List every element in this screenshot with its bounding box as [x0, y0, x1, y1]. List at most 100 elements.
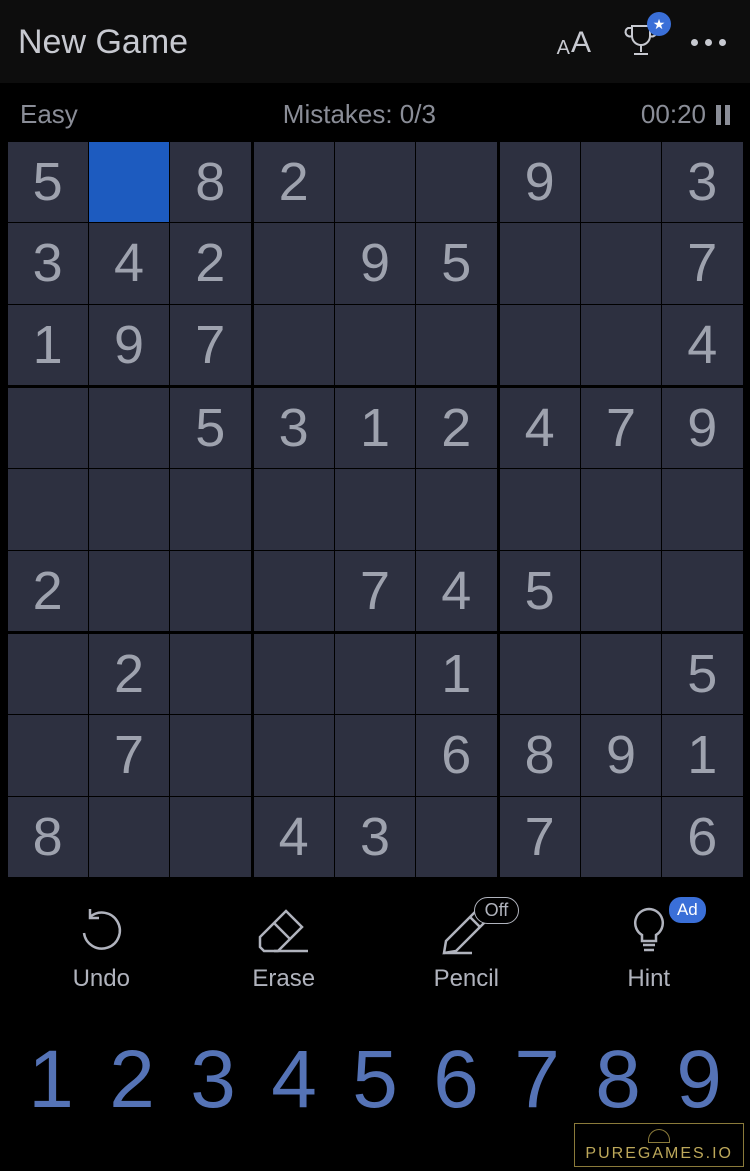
board-cell[interactable]: 5 — [500, 551, 580, 631]
board-cell[interactable]: 6 — [416, 715, 496, 795]
board-cell[interactable] — [500, 223, 580, 303]
board-cell[interactable]: 5 — [8, 142, 88, 222]
board-cell[interactable] — [89, 142, 169, 222]
board-cell[interactable]: 9 — [500, 142, 580, 222]
board-cell[interactable] — [581, 223, 661, 303]
board-cell[interactable] — [662, 551, 742, 631]
board-cell[interactable] — [170, 551, 250, 631]
numpad-8[interactable]: 8 — [579, 1033, 657, 1127]
board-cell[interactable]: 4 — [89, 223, 169, 303]
numpad-4[interactable]: 4 — [255, 1033, 333, 1127]
board-cell[interactable] — [581, 634, 661, 714]
board-cell[interactable]: 5 — [416, 223, 496, 303]
board-cell[interactable]: 9 — [335, 223, 415, 303]
numpad-1[interactable]: 1 — [12, 1033, 90, 1127]
board-cell[interactable]: 2 — [89, 634, 169, 714]
board-cell[interactable]: 8 — [170, 142, 250, 222]
board-cell[interactable] — [8, 388, 88, 468]
more-button[interactable] — [691, 39, 726, 46]
board-cell[interactable] — [254, 223, 334, 303]
pause-button[interactable] — [716, 105, 730, 125]
board-cell[interactable]: 9 — [662, 388, 742, 468]
undo-button[interactable]: Undo — [26, 905, 176, 993]
board-cell[interactable]: 1 — [416, 634, 496, 714]
board-cell[interactable] — [416, 142, 496, 222]
pencil-button[interactable]: Off Pencil — [391, 905, 541, 993]
numpad-9[interactable]: 9 — [660, 1033, 738, 1127]
board-cell[interactable] — [581, 551, 661, 631]
board-cell[interactable]: 2 — [254, 142, 334, 222]
board-cell[interactable] — [335, 634, 415, 714]
board-cell[interactable]: 4 — [662, 305, 742, 385]
board-cell[interactable] — [89, 388, 169, 468]
numpad-2[interactable]: 2 — [93, 1033, 171, 1127]
board-cell[interactable]: 8 — [8, 797, 88, 877]
board-cell[interactable] — [500, 634, 580, 714]
board-cell[interactable] — [89, 469, 169, 549]
numpad-3[interactable]: 3 — [174, 1033, 252, 1127]
board-cell[interactable] — [170, 469, 250, 549]
board-cell[interactable]: 4 — [416, 551, 496, 631]
board-cell[interactable] — [416, 469, 496, 549]
board-cell[interactable]: 1 — [8, 305, 88, 385]
numpad-7[interactable]: 7 — [498, 1033, 576, 1127]
board-cell[interactable]: 4 — [254, 797, 334, 877]
board-cell[interactable]: 6 — [662, 797, 742, 877]
board-cell[interactable]: 8 — [500, 715, 580, 795]
board-cell[interactable] — [581, 469, 661, 549]
board-cell[interactable] — [581, 797, 661, 877]
board-cell[interactable]: 9 — [581, 715, 661, 795]
board-cell[interactable]: 2 — [170, 223, 250, 303]
board-cell[interactable] — [416, 797, 496, 877]
board-cell[interactable] — [254, 305, 334, 385]
dot-icon — [719, 39, 726, 46]
board-cell[interactable]: 5 — [170, 388, 250, 468]
board-cell[interactable]: 7 — [89, 715, 169, 795]
board-cell[interactable] — [335, 469, 415, 549]
numpad-5[interactable]: 5 — [336, 1033, 414, 1127]
board-cell[interactable] — [416, 305, 496, 385]
board-cell[interactable]: 3 — [254, 388, 334, 468]
board-cell[interactable] — [254, 469, 334, 549]
board-cell[interactable]: 4 — [500, 388, 580, 468]
board-cell[interactable]: 9 — [89, 305, 169, 385]
board-cell[interactable] — [170, 715, 250, 795]
board-cell[interactable] — [335, 142, 415, 222]
board-cell[interactable] — [581, 142, 661, 222]
board-cell[interactable]: 3 — [662, 142, 742, 222]
board-cell[interactable]: 5 — [662, 634, 742, 714]
erase-button[interactable]: Erase — [209, 905, 359, 993]
board-cell[interactable]: 7 — [662, 223, 742, 303]
board-cell[interactable] — [170, 797, 250, 877]
board-cell[interactable] — [254, 715, 334, 795]
board-cell[interactable] — [254, 551, 334, 631]
new-game-button[interactable]: New Game — [18, 23, 188, 62]
board-cell[interactable]: 7 — [170, 305, 250, 385]
board-cell[interactable] — [662, 469, 742, 549]
hint-button[interactable]: Ad Hint — [574, 905, 724, 993]
board-cell[interactable]: 1 — [335, 388, 415, 468]
board-cell[interactable]: 2 — [416, 388, 496, 468]
board-cell[interactable]: 3 — [8, 223, 88, 303]
board-cell[interactable] — [89, 551, 169, 631]
board-cell[interactable]: 7 — [500, 797, 580, 877]
board-cell[interactable] — [335, 715, 415, 795]
font-size-button[interactable]: AA — [557, 26, 591, 60]
board-cell[interactable]: 1 — [662, 715, 742, 795]
board-cell[interactable] — [8, 715, 88, 795]
board-cell[interactable]: 7 — [335, 551, 415, 631]
board-cell[interactable] — [335, 305, 415, 385]
board-cell[interactable] — [254, 634, 334, 714]
board-cell[interactable]: 2 — [8, 551, 88, 631]
board-cell[interactable] — [170, 634, 250, 714]
board-cell[interactable] — [8, 469, 88, 549]
numpad-6[interactable]: 6 — [417, 1033, 495, 1127]
board-cell[interactable] — [8, 634, 88, 714]
board-cell[interactable] — [500, 305, 580, 385]
board-cell[interactable] — [500, 469, 580, 549]
trophy-button[interactable]: ★ — [621, 20, 661, 65]
board-cell[interactable] — [581, 305, 661, 385]
board-cell[interactable] — [89, 797, 169, 877]
board-cell[interactable]: 7 — [581, 388, 661, 468]
board-cell[interactable]: 3 — [335, 797, 415, 877]
